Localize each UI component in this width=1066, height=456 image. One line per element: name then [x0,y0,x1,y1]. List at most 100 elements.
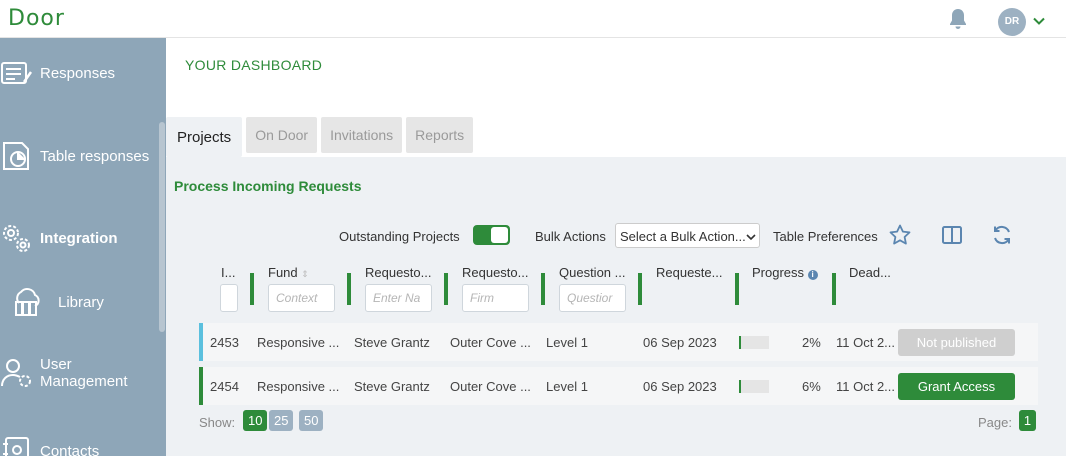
column-resize-handle[interactable] [250,273,254,305]
filter-requestor-name[interactable]: Enter Na [365,284,432,312]
sidebar-item-user-management[interactable]: User Management [0,356,158,390]
page-size-50[interactable]: 50 [299,410,324,431]
cell-question: Level 1 [546,335,588,350]
integration-icon [3,225,30,252]
columns-icon[interactable] [940,223,964,247]
sidebar-item-library[interactable]: Library [0,285,158,319]
sidebar-item-label: Contacts [40,442,100,456]
progress-fill [739,380,741,393]
top-bar: Door DR [0,0,1066,38]
sort-icon: ⇕ [301,269,309,279]
page-size-25[interactable]: 25 [269,410,294,431]
not-published-button[interactable]: Not published [898,329,1015,356]
filter-requestor-firm[interactable]: Firm [462,284,529,312]
column-header-fund[interactable]: Fund ⇕ [268,265,309,280]
column-header-requestor-name[interactable]: Requesto... [365,265,432,280]
grant-access-button[interactable]: Grant Access [898,373,1015,400]
cell-id: 2453 [210,335,239,350]
cell-question: Level 1 [546,379,588,394]
column-header-id[interactable]: I... [221,265,235,280]
column-resize-handle[interactable] [832,273,836,305]
avatar[interactable]: DR [998,8,1026,36]
sidebar-item-label: Responses [40,64,116,82]
sidebar-item-integration[interactable]: Integration [0,221,158,255]
cell-deadline: 11 Oct 2... [836,379,896,394]
page-label: Page: [978,415,1012,430]
cell-progress: 6% [802,379,821,394]
row-status-marker [199,323,203,361]
library-icon [15,288,40,316]
column-header-question[interactable]: Question ... [559,265,625,280]
progress-fill [739,336,741,349]
filter-id[interactable] [220,284,238,312]
app-logo[interactable]: Door [8,6,65,31]
sidebar-item-label: User Management [40,356,128,390]
cell-deadline: 11 Oct 2... [836,335,896,350]
cell-requestor-name: Steve Grantz [354,335,430,350]
column-resize-handle[interactable] [444,273,448,305]
sidebar-item-label: Integration [40,229,118,247]
progress-bar [739,336,769,349]
table-header: I... Fund ⇕ Context Requesto... Enter Na… [166,259,1066,312]
cell-id: 2454 [210,379,239,394]
sidebar-item-contacts[interactable]: Contacts [0,434,158,456]
main-content: YOUR DASHBOARD Projects On Door Invitati… [166,38,1066,456]
sidebar: Responses Table responses Integration Li… [0,38,166,456]
refresh-icon[interactable] [990,223,1014,247]
sidebar-scrollbar[interactable] [159,122,165,332]
chevron-down-icon[interactable] [1032,14,1046,28]
page-size-10[interactable]: 10 [243,410,268,431]
sidebar-item-label: Table responses [40,147,150,165]
tab-on-door[interactable]: On Door [246,117,318,153]
row-status-marker [199,367,203,405]
column-resize-handle[interactable] [735,273,739,305]
star-icon[interactable] [888,223,912,247]
tab-invitations[interactable]: Invitations [321,117,403,153]
bulk-action-select[interactable]: Select a Bulk Action... [615,223,760,248]
user-management-icon [1,359,31,387]
table-preferences-label: Table Preferences [773,229,878,244]
tab-projects[interactable]: Projects [166,117,243,157]
contacts-icon [3,437,29,456]
tab-bar: Projects On Door Invitations Reports [166,117,474,157]
outstanding-projects-label: Outstanding Projects [339,229,460,244]
sidebar-item-label: Library [58,293,104,311]
sidebar-item-table-responses[interactable]: Table responses [0,139,158,173]
projects-panel: Process Incoming Requests Outstanding Pr… [166,157,1066,456]
cell-requestor-firm: Outer Cove ... [450,379,531,394]
chevron-down-icon [746,234,756,241]
cell-fund: Responsive ... [257,335,340,350]
show-label: Show: [199,415,236,430]
column-resize-handle[interactable] [541,273,545,305]
cell-fund: Responsive ... [257,379,340,394]
current-page-button[interactable]: 1 [1019,410,1036,431]
table-row[interactable]: 2454 Responsive ... Steve Grantz Outer C… [199,367,1038,405]
column-header-requested[interactable]: Requeste... [656,265,723,280]
column-header-deadline[interactable]: Dead... [849,265,891,280]
section-title: Process Incoming Requests [174,178,362,194]
table-responses-icon [3,142,29,170]
toggle-knob [491,227,508,243]
progress-bar [739,380,769,393]
outstanding-projects-toggle[interactable] [473,225,510,245]
column-resize-handle[interactable] [638,273,642,305]
info-icon[interactable]: i [807,270,818,280]
sidebar-item-responses[interactable]: Responses [0,56,158,90]
table-toolbar: Outstanding Projects Bulk Actions Select… [166,223,1066,249]
bulk-action-value: Select a Bulk Action... [620,229,746,244]
column-header-requestor-firm[interactable]: Requesto... [462,265,529,280]
bulk-actions-label: Bulk Actions [535,229,606,244]
cell-progress: 2% [802,335,821,350]
filter-question[interactable]: Questior [559,284,626,312]
cell-requested: 06 Sep 2023 [643,379,717,394]
filter-fund[interactable]: Context [268,284,335,312]
page-title: YOUR DASHBOARD [185,57,323,73]
table-row[interactable]: 2453 Responsive ... Steve Grantz Outer C… [199,323,1038,361]
responses-icon [1,62,33,84]
cell-requested: 06 Sep 2023 [643,335,717,350]
bell-icon[interactable] [946,7,970,31]
cell-requestor-name: Steve Grantz [354,379,430,394]
tab-reports[interactable]: Reports [406,117,474,153]
column-header-progress[interactable]: Progress i [752,265,818,280]
column-resize-handle[interactable] [347,273,351,305]
